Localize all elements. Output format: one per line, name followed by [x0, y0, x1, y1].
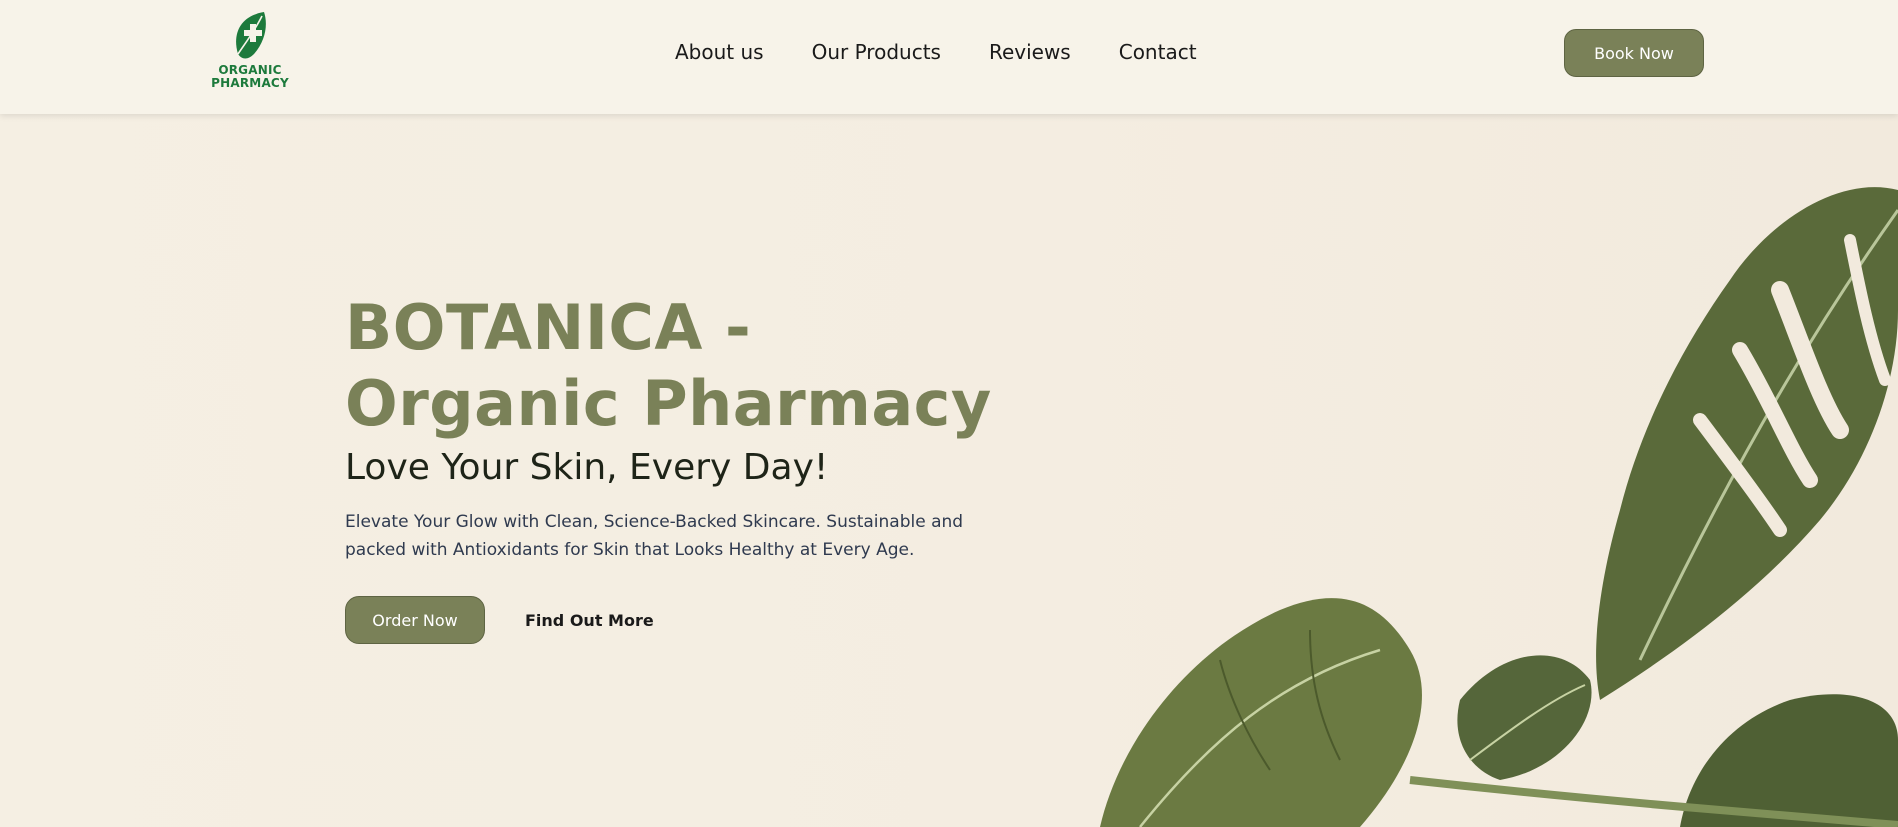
find-out-more-link[interactable]: Find Out More	[525, 611, 654, 630]
book-now-button[interactable]: Book Now	[1564, 29, 1704, 77]
nav-item-reviews[interactable]: Reviews	[989, 40, 1071, 64]
hero-section: BOTANICA - Organic Pharmacy Love Your Sk…	[345, 290, 1045, 644]
hero-subtitle: Love Your Skin, Every Day!	[345, 447, 829, 488]
hero-cta-group: Order Now Find Out More	[345, 596, 1045, 644]
hero-title: BOTANICA - Organic Pharmacy	[345, 291, 992, 440]
nav-item-about[interactable]: About us	[675, 40, 764, 64]
leaf-cross-icon	[236, 12, 266, 59]
hero-description: Elevate Your Glow with Clean, Science-Ba…	[345, 512, 964, 560]
monstera-leaf-image	[1100, 187, 1898, 827]
logo[interactable]: ORGANIC PHARMACY	[210, 10, 290, 94]
logo-line-2: PHARMACY	[211, 76, 289, 90]
nav-item-contact[interactable]: Contact	[1119, 40, 1197, 64]
main-nav: About us Our Products Reviews Contact	[675, 40, 1197, 64]
nav-item-products[interactable]: Our Products	[812, 40, 941, 64]
site-header: ORGANIC PHARMACY About us Our Products R…	[0, 0, 1898, 114]
logo-text: ORGANIC PHARMACY	[210, 64, 290, 90]
order-now-button[interactable]: Order Now	[345, 596, 485, 644]
